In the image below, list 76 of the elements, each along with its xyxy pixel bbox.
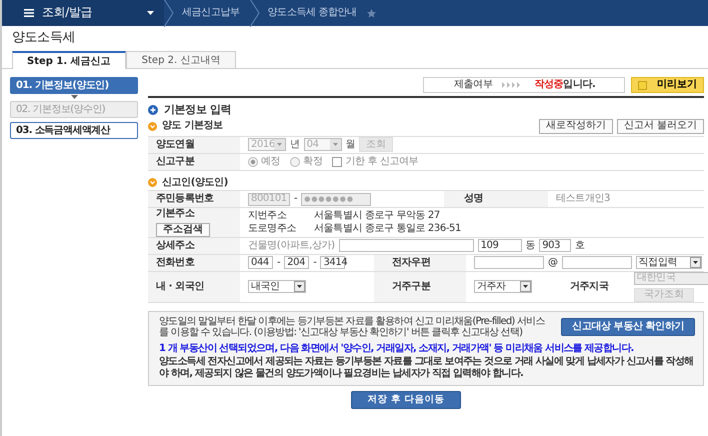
address-search-button[interactable]: 주소검색 [156, 222, 210, 237]
phone-field[interactable]: 3414 [320, 256, 346, 270]
step-tab[interactable]: Step 1. 세금신고 [12, 51, 126, 69]
unit-text: 동 [526, 240, 536, 252]
star-icon[interactable] [366, 8, 376, 18]
radio-label: 예정 [261, 156, 280, 168]
dong-field[interactable]: 109 [478, 239, 522, 252]
bullet-icon [148, 122, 157, 131]
separator-text: - [277, 256, 280, 268]
dropdown-icon [520, 281, 531, 292]
section-title: 기본정보 입력 [164, 104, 232, 117]
checkbox[interactable] [332, 156, 342, 167]
property-check-button[interactable]: 신고대상 부동산 확인하기 [561, 318, 695, 336]
status-text: 작성중입니다. [534, 79, 596, 91]
field-label: 성명 [444, 191, 548, 208]
preview-button[interactable]: 미리보기 [631, 77, 704, 93]
notice-text: 양도일의 말일부터 한달 이후에는 등기부등본 자료를 활용하여 신고 미리채움(Pre-filled) 서비스를 이용할 수 있습니다. (이용방법: '신고대상 부동산 확인하기' 버튼 클릭후 신고대상 선택) [159, 316, 546, 339]
field-label: 거주구분 [374, 272, 466, 302]
checkbox-label: 기한 후 신고여부 [345, 156, 418, 168]
building-field[interactable] [338, 239, 474, 252]
phone-field[interactable]: 204 [284, 256, 310, 270]
step-item[interactable]: 03. 소득금액세액계산 [10, 122, 138, 139]
action-button[interactable]: 새로작성하기 [538, 118, 613, 134]
page-title: 양도소득세 [11, 29, 76, 47]
at-sign-text: @ [548, 256, 558, 268]
address-type: 지번주소 [248, 210, 288, 222]
down-arrow-icon [70, 95, 78, 99]
field-label: 주민등록번호 [148, 191, 240, 208]
field-label: 전화번호 [148, 254, 240, 271]
step-item[interactable]: 01. 기본정보(양도인) [10, 77, 138, 94]
field-hint: 건물명(아파트,상가) [248, 240, 335, 252]
phone-field[interactable]: 044 [248, 256, 273, 270]
chevron-icon [164, 0, 174, 27]
residence-select[interactable]: 거주자 [474, 280, 532, 294]
plus-circle-icon [148, 105, 158, 116]
name-value: 테스트개인3 [556, 193, 610, 205]
radio-button[interactable] [290, 156, 300, 167]
save-next-button[interactable]: 저장 후 다음이동 [350, 391, 462, 410]
breadcrumb-link[interactable]: 세금신고납부 [174, 7, 250, 19]
address-type: 도로명주소 [248, 223, 298, 235]
bullet-icon [148, 178, 157, 187]
field-label: 전자우편 [374, 254, 466, 271]
address-value: 서울특별시 종로구 통일로 236-51 [314, 223, 461, 235]
unit-text: 년 [290, 138, 300, 150]
chevron-icon [250, 0, 260, 27]
domain-select[interactable]: 직접입력 [636, 256, 702, 270]
breadcrumb-link[interactable]: 양도소득세 종합안내 [260, 7, 367, 19]
separator-text: - [313, 256, 316, 268]
menu-icon[interactable] [24, 9, 34, 17]
notice-text: 양도소득세 전자신고에서 제공되는 자료는 등기부등본 자료를 그대로 보여주는 것으로 거래 사실에 맞게 납세자가 신고서를 작성해야 하며, 제공되지 않은 물건의 양도가액이나 필요경비는 납세자가 직접 입력해야 합니다. [159, 356, 694, 380]
subsection-title: 양도 기본정보 [162, 120, 223, 132]
ho-field[interactable]: 903 [539, 239, 572, 252]
radio-label: 확정 [303, 156, 322, 168]
status-label: 제출여부 [454, 79, 492, 91]
step-tab[interactable]: Step 2. 신고내역 [126, 51, 236, 68]
address-value: 서울특별시 종로구 무악동 27 [314, 210, 440, 222]
separator-text: - [294, 193, 298, 205]
field-label: 기본주소 [156, 208, 194, 220]
radio-button[interactable] [248, 156, 258, 167]
email-domain-field[interactable] [562, 256, 632, 270]
unit-text: 호 [575, 240, 585, 252]
caret-icon[interactable] [147, 11, 154, 15]
subsection-title: 신고인(양도인) [162, 176, 228, 188]
dropdown-icon [330, 139, 341, 150]
nationality-select[interactable]: 내국인 [248, 280, 306, 294]
unit-text: 월 [346, 138, 356, 150]
email-id-field[interactable] [474, 256, 544, 270]
field-label: 내 · 외국인 [148, 272, 240, 302]
field-label: 양도연월 [148, 136, 240, 153]
dropdown-icon [690, 257, 701, 268]
dropdown-icon [294, 281, 305, 292]
dropdown-icon [274, 139, 285, 150]
field-label: 상세주소 [148, 238, 240, 254]
field-label: 신고구분 [148, 154, 240, 170]
notice-text: 1 개 부동산이 선택되었으며, 다음 화면에서 '양수인, 거래일자, 소재지, 거래가액' 등 미리채움 서비스를 제공합니다. [159, 342, 635, 354]
action-button[interactable]: 신고서 불러오기 [616, 118, 704, 134]
